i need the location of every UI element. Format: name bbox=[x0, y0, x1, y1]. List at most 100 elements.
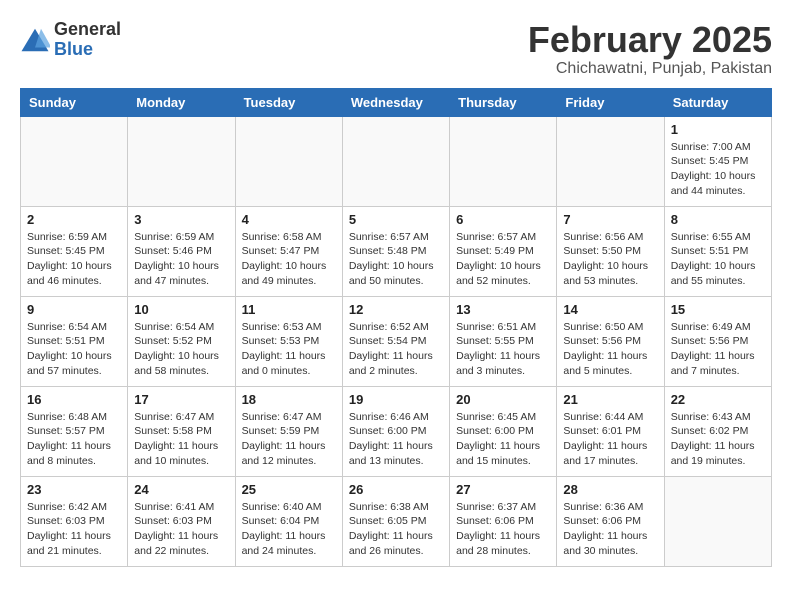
week-row-5: 23 Sunrise: 6:42 AM Sunset: 6:03 PM Dayli… bbox=[21, 476, 772, 566]
day-number: 25 bbox=[242, 482, 336, 497]
logo: General Blue bbox=[20, 20, 121, 60]
weekday-header-wednesday: Wednesday bbox=[342, 88, 449, 116]
calendar-cell: 5 Sunrise: 6:57 AM Sunset: 5:48 PM Daylig… bbox=[342, 206, 449, 296]
day-number: 3 bbox=[134, 212, 228, 227]
calendar-cell: 3Sunrise: 6:59 AM Sunset: 5:46 PM Daylig… bbox=[128, 206, 235, 296]
day-number: 18 bbox=[242, 392, 336, 407]
day-number: 27 bbox=[456, 482, 550, 497]
calendar-cell: 1 Sunrise: 7:00 AM Sunset: 5:45 PM Daylig… bbox=[664, 116, 771, 206]
calendar-cell: 25 Sunrise: 6:40 AM Sunset: 6:04 PM Dayli… bbox=[235, 476, 342, 566]
day-info: Sunrise: 6:54 AM Sunset: 5:52 PM Dayligh… bbox=[134, 320, 228, 379]
day-info: Sunrise: 6:37 AM Sunset: 6:06 PM Dayligh… bbox=[456, 500, 550, 559]
day-info: Sunrise: 6:47 AM Sunset: 5:58 PM Dayligh… bbox=[134, 410, 228, 469]
day-number: 10 bbox=[134, 302, 228, 317]
day-number: 20 bbox=[456, 392, 550, 407]
day-info: Sunrise: 6:59 AM Sunset: 5:45 PM Dayligh… bbox=[27, 230, 121, 289]
day-info: Sunrise: 6:42 AM Sunset: 6:03 PM Dayligh… bbox=[27, 500, 121, 559]
day-info: Sunrise: 6:43 AM Sunset: 6:02 PM Dayligh… bbox=[671, 410, 765, 469]
calendar-cell: 20 Sunrise: 6:45 AM Sunset: 6:00 PM Dayli… bbox=[450, 386, 557, 476]
day-number: 4 bbox=[242, 212, 336, 227]
calendar-cell bbox=[235, 116, 342, 206]
day-number: 12 bbox=[349, 302, 443, 317]
day-number: 21 bbox=[563, 392, 657, 407]
day-info: Sunrise: 6:58 AM Sunset: 5:47 PM Dayligh… bbox=[242, 230, 336, 289]
weekday-header-saturday: Saturday bbox=[664, 88, 771, 116]
calendar-cell bbox=[128, 116, 235, 206]
day-number: 13 bbox=[456, 302, 550, 317]
calendar-cell: 27 Sunrise: 6:37 AM Sunset: 6:06 PM Dayli… bbox=[450, 476, 557, 566]
day-info: Sunrise: 6:40 AM Sunset: 6:04 PM Dayligh… bbox=[242, 500, 336, 559]
week-row-3: 9 Sunrise: 6:54 AM Sunset: 5:51 PM Daylig… bbox=[21, 296, 772, 386]
calendar-cell: 23 Sunrise: 6:42 AM Sunset: 6:03 PM Dayli… bbox=[21, 476, 128, 566]
day-info: Sunrise: 6:48 AM Sunset: 5:57 PM Dayligh… bbox=[27, 410, 121, 469]
calendar-cell: 11Sunrise: 6:53 AM Sunset: 5:53 PM Dayli… bbox=[235, 296, 342, 386]
calendar-cell: 22 Sunrise: 6:43 AM Sunset: 6:02 PM Dayli… bbox=[664, 386, 771, 476]
calendar-cell: 2Sunrise: 6:59 AM Sunset: 5:45 PM Daylig… bbox=[21, 206, 128, 296]
calendar-cell bbox=[557, 116, 664, 206]
month-title: February 2025 bbox=[528, 20, 772, 60]
day-info: Sunrise: 6:36 AM Sunset: 6:06 PM Dayligh… bbox=[563, 500, 657, 559]
day-info: Sunrise: 6:38 AM Sunset: 6:05 PM Dayligh… bbox=[349, 500, 443, 559]
calendar-cell: 28 Sunrise: 6:36 AM Sunset: 6:06 PM Dayli… bbox=[557, 476, 664, 566]
calendar-cell: 4 Sunrise: 6:58 AM Sunset: 5:47 PM Daylig… bbox=[235, 206, 342, 296]
day-number: 19 bbox=[349, 392, 443, 407]
calendar-cell bbox=[21, 116, 128, 206]
calendar-cell: 7 Sunrise: 6:56 AM Sunset: 5:50 PM Daylig… bbox=[557, 206, 664, 296]
day-info: Sunrise: 6:56 AM Sunset: 5:50 PM Dayligh… bbox=[563, 230, 657, 289]
weekday-header-tuesday: Tuesday bbox=[235, 88, 342, 116]
weekday-header-sunday: Sunday bbox=[21, 88, 128, 116]
calendar-table: SundayMondayTuesdayWednesdayThursdayFrid… bbox=[20, 88, 772, 567]
day-number: 15 bbox=[671, 302, 765, 317]
day-info: Sunrise: 6:54 AM Sunset: 5:51 PM Dayligh… bbox=[27, 320, 121, 379]
day-number: 5 bbox=[349, 212, 443, 227]
day-number: 17 bbox=[134, 392, 228, 407]
calendar-cell: 10 Sunrise: 6:54 AM Sunset: 5:52 PM Dayli… bbox=[128, 296, 235, 386]
day-info: Sunrise: 6:41 AM Sunset: 6:03 PM Dayligh… bbox=[134, 500, 228, 559]
calendar-cell: 19 Sunrise: 6:46 AM Sunset: 6:00 PM Dayli… bbox=[342, 386, 449, 476]
page-header: General Blue February 2025 Chichawatni, … bbox=[20, 20, 772, 78]
weekday-header-thursday: Thursday bbox=[450, 88, 557, 116]
day-number: 24 bbox=[134, 482, 228, 497]
day-number: 22 bbox=[671, 392, 765, 407]
calendar-cell: 16 Sunrise: 6:48 AM Sunset: 5:57 PM Dayli… bbox=[21, 386, 128, 476]
day-number: 28 bbox=[563, 482, 657, 497]
week-row-4: 16 Sunrise: 6:48 AM Sunset: 5:57 PM Dayli… bbox=[21, 386, 772, 476]
location: Chichawatni, Punjab, Pakistan bbox=[528, 60, 772, 78]
calendar-cell: 24 Sunrise: 6:41 AM Sunset: 6:03 PM Dayli… bbox=[128, 476, 235, 566]
calendar-cell bbox=[664, 476, 771, 566]
day-info: Sunrise: 6:46 AM Sunset: 6:00 PM Dayligh… bbox=[349, 410, 443, 469]
week-row-1: 1 Sunrise: 7:00 AM Sunset: 5:45 PM Daylig… bbox=[21, 116, 772, 206]
day-number: 23 bbox=[27, 482, 121, 497]
week-row-2: 2Sunrise: 6:59 AM Sunset: 5:45 PM Daylig… bbox=[21, 206, 772, 296]
day-number: 1 bbox=[671, 122, 765, 137]
calendar-cell: 17 Sunrise: 6:47 AM Sunset: 5:58 PM Dayli… bbox=[128, 386, 235, 476]
weekday-header-row: SundayMondayTuesdayWednesdayThursdayFrid… bbox=[21, 88, 772, 116]
calendar-cell: 12 Sunrise: 6:52 AM Sunset: 5:54 PM Dayli… bbox=[342, 296, 449, 386]
day-number: 7 bbox=[563, 212, 657, 227]
day-info: Sunrise: 7:00 AM Sunset: 5:45 PM Dayligh… bbox=[671, 140, 765, 199]
calendar-cell: 13Sunrise: 6:51 AM Sunset: 5:55 PM Dayli… bbox=[450, 296, 557, 386]
day-info: Sunrise: 6:55 AM Sunset: 5:51 PM Dayligh… bbox=[671, 230, 765, 289]
logo-blue-text: Blue bbox=[54, 40, 121, 60]
day-info: Sunrise: 6:47 AM Sunset: 5:59 PM Dayligh… bbox=[242, 410, 336, 469]
calendar-cell bbox=[342, 116, 449, 206]
logo-icon bbox=[20, 25, 50, 55]
day-info: Sunrise: 6:45 AM Sunset: 6:00 PM Dayligh… bbox=[456, 410, 550, 469]
logo-general-text: General bbox=[54, 20, 121, 40]
title-area: February 2025 Chichawatni, Punjab, Pakis… bbox=[528, 20, 772, 78]
day-number: 26 bbox=[349, 482, 443, 497]
day-info: Sunrise: 6:44 AM Sunset: 6:01 PM Dayligh… bbox=[563, 410, 657, 469]
day-number: 16 bbox=[27, 392, 121, 407]
day-info: Sunrise: 6:52 AM Sunset: 5:54 PM Dayligh… bbox=[349, 320, 443, 379]
day-info: Sunrise: 6:49 AM Sunset: 5:56 PM Dayligh… bbox=[671, 320, 765, 379]
day-number: 14 bbox=[563, 302, 657, 317]
day-info: Sunrise: 6:50 AM Sunset: 5:56 PM Dayligh… bbox=[563, 320, 657, 379]
calendar-cell: 26 Sunrise: 6:38 AM Sunset: 6:05 PM Dayli… bbox=[342, 476, 449, 566]
calendar-cell: 6Sunrise: 6:57 AM Sunset: 5:49 PM Daylig… bbox=[450, 206, 557, 296]
calendar-cell: 21 Sunrise: 6:44 AM Sunset: 6:01 PM Dayli… bbox=[557, 386, 664, 476]
day-info: Sunrise: 6:57 AM Sunset: 5:48 PM Dayligh… bbox=[349, 230, 443, 289]
weekday-header-friday: Friday bbox=[557, 88, 664, 116]
day-number: 9 bbox=[27, 302, 121, 317]
calendar-cell: 9 Sunrise: 6:54 AM Sunset: 5:51 PM Daylig… bbox=[21, 296, 128, 386]
calendar-cell: 14 Sunrise: 6:50 AM Sunset: 5:56 PM Dayli… bbox=[557, 296, 664, 386]
